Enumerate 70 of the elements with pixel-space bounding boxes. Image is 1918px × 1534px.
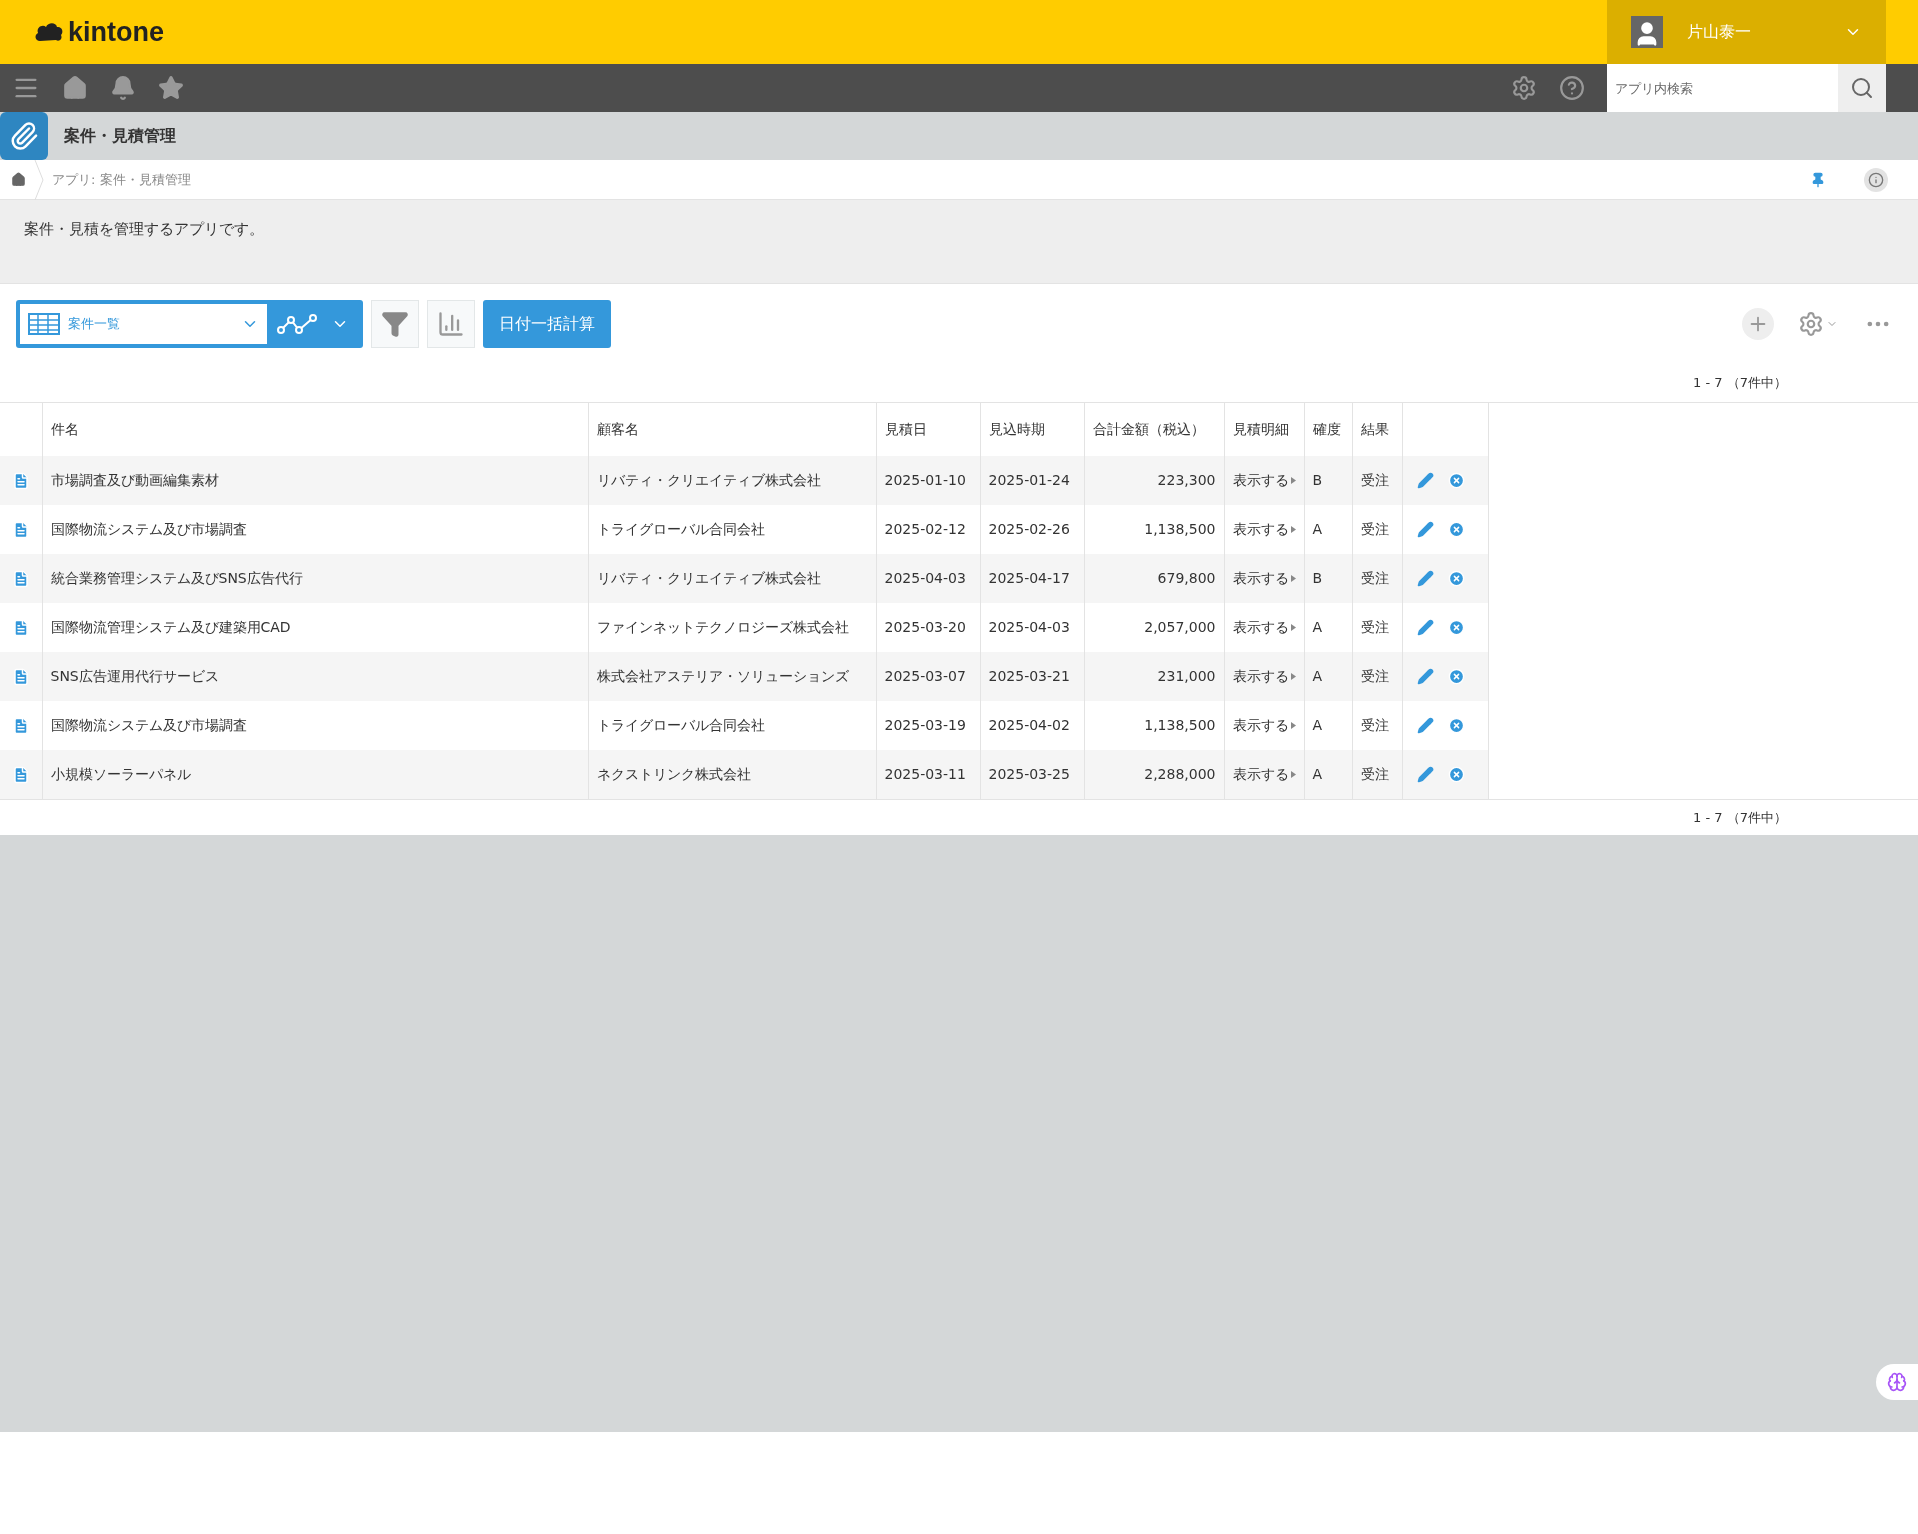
edit-icon[interactable] — [1416, 521, 1434, 538]
delete-icon[interactable] — [1447, 717, 1465, 734]
gear-icon — [1798, 311, 1824, 337]
info-icon[interactable] — [1864, 167, 1888, 192]
settings-icon[interactable] — [1511, 75, 1537, 101]
star-icon[interactable] — [158, 75, 184, 101]
app-description: 案件・見積を管理するアプリです。 — [24, 220, 264, 238]
assistant-button[interactable] — [1876, 1364, 1918, 1400]
delete-icon[interactable] — [1447, 668, 1465, 685]
triangle-icon — [1290, 771, 1296, 778]
home-icon[interactable] — [62, 75, 88, 101]
triangle-icon — [1290, 673, 1296, 680]
triangle-icon — [1290, 624, 1296, 631]
record-icon[interactable] — [11, 472, 30, 490]
table-cell: 2025-03-25 — [980, 750, 1084, 799]
record-icon[interactable] — [11, 570, 30, 588]
show-link[interactable]: 表示する — [1232, 764, 1289, 785]
search-button[interactable] — [1838, 64, 1886, 112]
delete-icon[interactable] — [1447, 521, 1465, 538]
app-title: 案件・見積管理 — [64, 125, 176, 147]
funnel-icon — [381, 310, 409, 338]
edit-icon[interactable] — [1416, 570, 1434, 587]
table-cell: A — [1304, 750, 1352, 799]
logo-text[interactable]: kintone — [68, 11, 164, 53]
pagination-text: 1 - 7 （7件中） — [1693, 374, 1787, 393]
add-button[interactable] — [1742, 308, 1774, 340]
delete-icon[interactable] — [1447, 570, 1465, 587]
search-icon — [1850, 76, 1874, 100]
edit-icon[interactable] — [1416, 472, 1434, 489]
table-cell: 2025-03-11 — [876, 750, 980, 799]
user-name: 片山泰一 — [1687, 21, 1751, 43]
home-icon[interactable] — [11, 172, 26, 187]
avatar-icon — [1631, 16, 1663, 48]
help-icon[interactable] — [1559, 75, 1585, 101]
search-field[interactable]: アプリ内検索 — [1607, 64, 1838, 112]
chart-button[interactable] — [427, 300, 475, 348]
triangle-icon — [1290, 526, 1296, 533]
brain-icon — [1887, 1372, 1907, 1392]
triangle-icon — [1290, 477, 1296, 484]
pagination-text: 1 - 7 （7件中） — [1693, 808, 1787, 827]
table-cell: 小規模ソーラーパネル — [42, 750, 588, 799]
triangle-icon — [1290, 575, 1296, 582]
bar-chart-icon — [437, 310, 465, 338]
table-icon — [28, 313, 60, 335]
edit-icon[interactable] — [1416, 766, 1434, 783]
filter-button[interactable] — [371, 300, 419, 348]
record-icon[interactable] — [11, 668, 30, 686]
bell-icon[interactable] — [110, 75, 136, 101]
show-link[interactable]: 表示する — [1232, 568, 1289, 589]
edit-icon[interactable] — [1416, 668, 1434, 685]
breadcrumb-link[interactable]: アプリ: 案件・見積管理 — [52, 169, 191, 190]
show-link[interactable]: 表示する — [1232, 715, 1289, 736]
cloud-logo-icon — [34, 21, 64, 43]
record-icon[interactable] — [11, 766, 30, 784]
delete-icon[interactable] — [1447, 619, 1465, 636]
table-cell: ネクストリンク株式会社 — [588, 750, 876, 799]
table-cell: 受注 — [1352, 750, 1402, 799]
show-link[interactable]: 表示する — [1232, 470, 1289, 491]
show-link[interactable]: 表示する — [1232, 617, 1289, 638]
delete-icon[interactable] — [1447, 472, 1465, 489]
delete-icon[interactable] — [1447, 766, 1465, 783]
show-link[interactable]: 表示する — [1232, 519, 1289, 540]
show-link[interactable]: 表示する — [1232, 666, 1289, 687]
line-graph-icon — [277, 312, 319, 336]
edit-icon[interactable] — [1416, 619, 1434, 636]
triangle-icon — [1290, 722, 1296, 729]
table-cell: 2,288,000 — [1084, 750, 1224, 799]
pin-icon[interactable] — [1810, 171, 1826, 188]
edit-icon[interactable] — [1416, 717, 1434, 734]
settings-button[interactable] — [1798, 311, 1838, 337]
